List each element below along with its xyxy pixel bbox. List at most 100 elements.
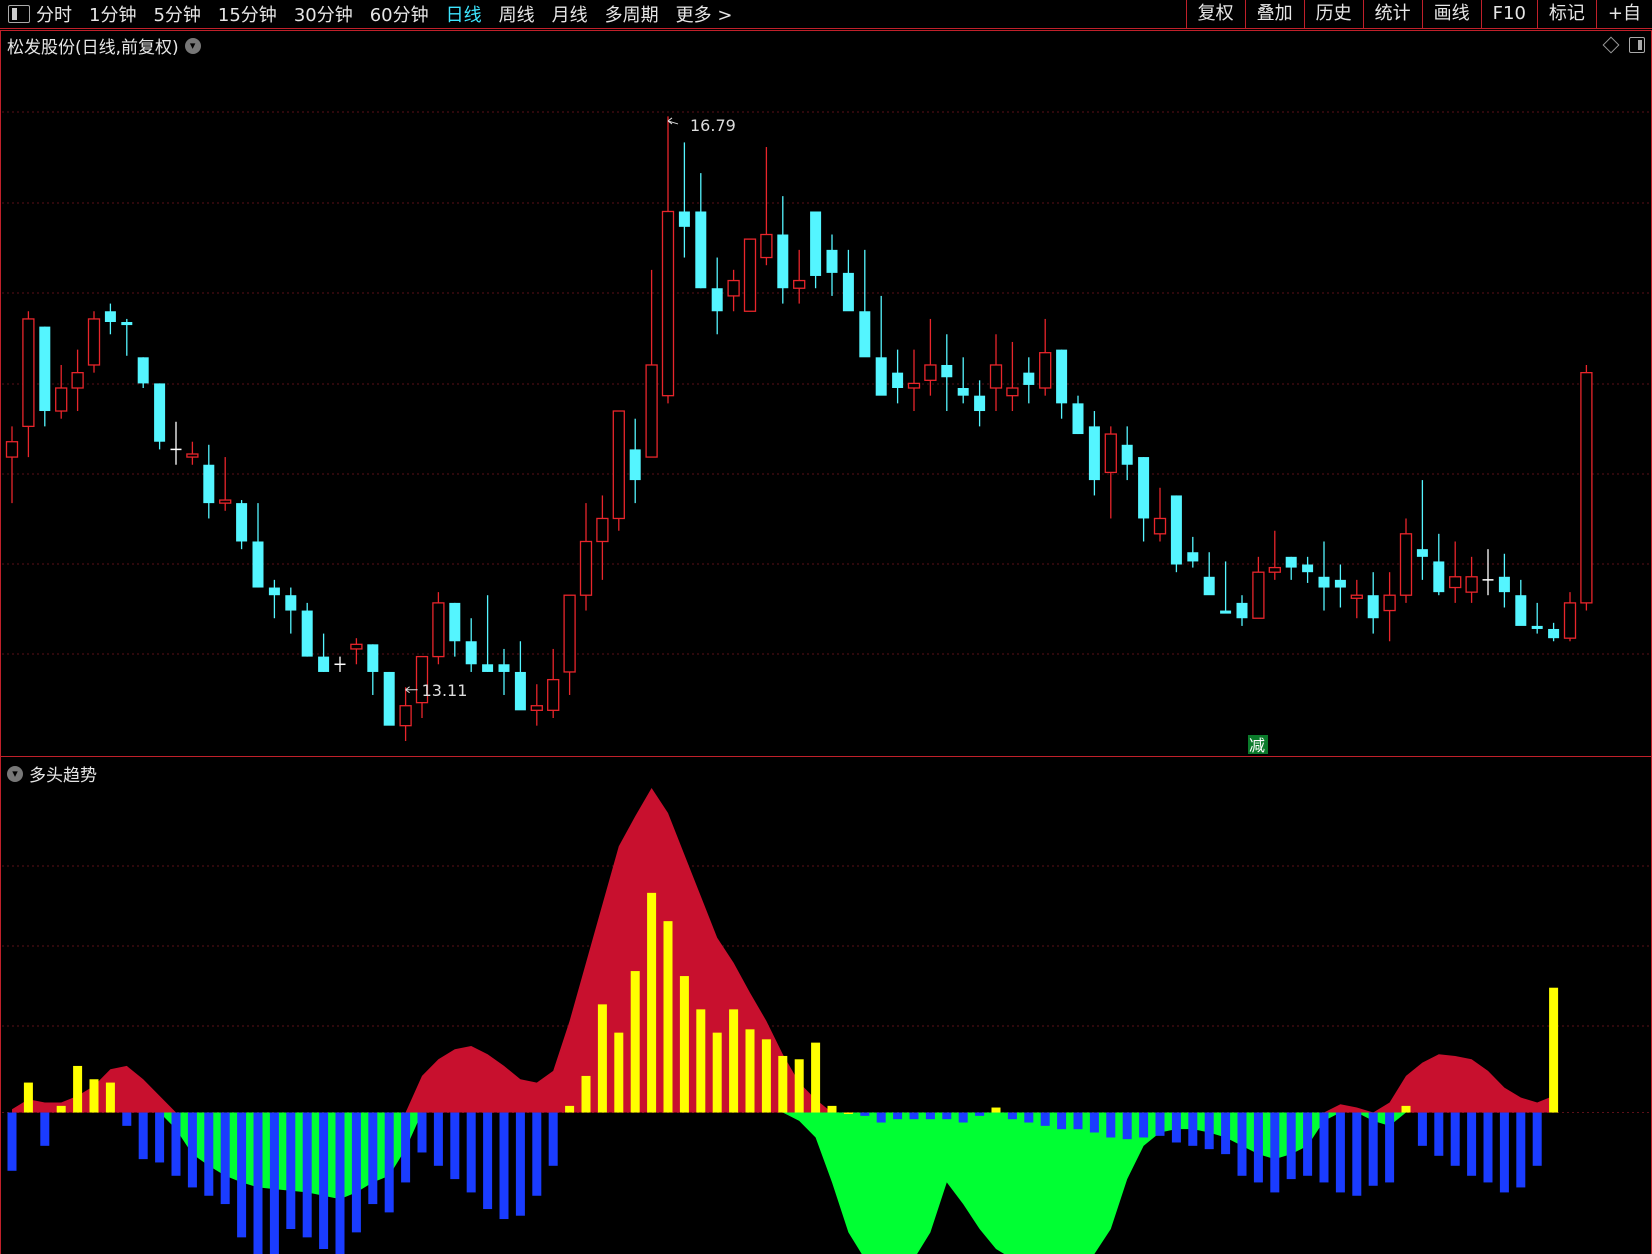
momentum-bar [466, 1112, 476, 1193]
momentum-bar [483, 1112, 493, 1210]
momentum-bar [696, 1009, 706, 1113]
momentum-bar [647, 892, 657, 1113]
panel-layout-icon[interactable] [1629, 37, 1645, 53]
candle-body [252, 541, 264, 588]
candle-body [974, 395, 986, 412]
momentum-bar [1237, 1112, 1247, 1176]
momentum-bar [351, 1112, 361, 1233]
candle-body [350, 643, 363, 650]
momentum-bar [843, 1112, 853, 1115]
momentum-bar [319, 1112, 329, 1250]
candle-body [629, 449, 641, 481]
momentum-bar [1270, 1112, 1280, 1193]
high-arrow-icon [667, 117, 679, 125]
candle-body [826, 249, 838, 273]
momentum-bar [597, 1004, 607, 1113]
momentum-bar [1352, 1112, 1362, 1196]
momentum-bar [368, 1112, 378, 1205]
candle-body [465, 641, 477, 665]
candle-body [924, 364, 937, 381]
candle-body [1580, 372, 1593, 604]
candle-body [219, 499, 232, 504]
momentum-bar [1434, 1112, 1444, 1156]
candle-body [1449, 576, 1462, 589]
momentum-bar [1155, 1112, 1165, 1136]
momentum-bar [630, 971, 640, 1113]
candle-body [137, 357, 149, 384]
momentum-bar [417, 1112, 427, 1153]
momentum-bar [1204, 1112, 1214, 1150]
momentum-bar [89, 1079, 99, 1113]
candle-body [743, 238, 757, 312]
momentum-bar [991, 1107, 1001, 1113]
momentum-bar [1467, 1112, 1477, 1176]
candle-body [941, 364, 953, 378]
candle-body [1367, 595, 1379, 619]
momentum-bar [1401, 1105, 1411, 1113]
candle-body [1563, 602, 1577, 639]
momentum-bar [1417, 1112, 1427, 1146]
momentum-bar [433, 1112, 443, 1166]
momentum-bar [1385, 1112, 1395, 1183]
momentum-bar [1303, 1112, 1313, 1176]
momentum-bar [1221, 1112, 1231, 1155]
indicator-title: 多头趋势 [29, 766, 97, 786]
chart-canvas[interactable]: 16.79 13.11 减 [0, 0, 1652, 1254]
candle-body [318, 656, 330, 672]
candle-body [1498, 576, 1510, 593]
main-chart-title[interactable]: 松发股份(日线,前复权) ▾ [7, 33, 201, 58]
candle-body [957, 388, 969, 396]
momentum-bar [565, 1105, 575, 1113]
candle-body [777, 234, 789, 289]
momentum-bar [1499, 1112, 1509, 1193]
momentum-bar [1532, 1112, 1542, 1166]
candle-body [301, 610, 313, 657]
candle-body [892, 372, 904, 388]
momentum-bar [679, 976, 689, 1113]
momentum-bar [401, 1112, 411, 1183]
momentum-bar [860, 1112, 870, 1116]
candle-body [1220, 610, 1232, 614]
momentum-bar [7, 1112, 17, 1171]
candle-body [661, 210, 675, 397]
momentum-bar [548, 1112, 558, 1166]
momentum-bar [1549, 987, 1559, 1113]
candle-body [810, 211, 822, 276]
candle-body [87, 318, 101, 366]
momentum-bar [237, 1112, 247, 1238]
candle-body [71, 372, 84, 389]
chevron-down-icon[interactable]: ▾ [184, 37, 201, 54]
momentum-bar [729, 1009, 739, 1113]
momentum-bar [187, 1112, 197, 1188]
candle-body [1433, 561, 1445, 593]
momentum-bar [1106, 1112, 1116, 1138]
candle-body [1138, 457, 1150, 519]
candle-body [1285, 556, 1297, 568]
candle-body [1121, 444, 1133, 465]
momentum-bar [1007, 1112, 1017, 1120]
momentum-bar [204, 1112, 214, 1196]
candle-body [695, 211, 707, 289]
momentum-bar [105, 1082, 115, 1113]
momentum-bar [1171, 1112, 1181, 1143]
momentum-bar [1139, 1112, 1149, 1138]
candle-body [399, 705, 412, 727]
candle-body [1153, 517, 1167, 535]
momentum-bar [1073, 1112, 1083, 1130]
candle-body [1170, 495, 1182, 565]
momentum-bar [1122, 1112, 1132, 1140]
low-price-label: 13.11 [422, 681, 468, 700]
momentum-bar [876, 1112, 886, 1123]
momentum-bar [909, 1112, 919, 1120]
chevron-down-icon[interactable]: ▾ [7, 765, 23, 782]
candle-body [55, 387, 68, 412]
indicator-title-group[interactable]: ▾ 多头趋势 [7, 761, 97, 786]
momentum-bar [171, 1112, 181, 1176]
candle-body [367, 644, 379, 672]
candle-body [1203, 576, 1215, 596]
momentum-bar [515, 1112, 525, 1216]
diamond-icon[interactable] [1602, 36, 1620, 54]
momentum-bar [1024, 1112, 1034, 1123]
momentum-bar [1335, 1112, 1345, 1193]
candle-body [5, 441, 19, 458]
